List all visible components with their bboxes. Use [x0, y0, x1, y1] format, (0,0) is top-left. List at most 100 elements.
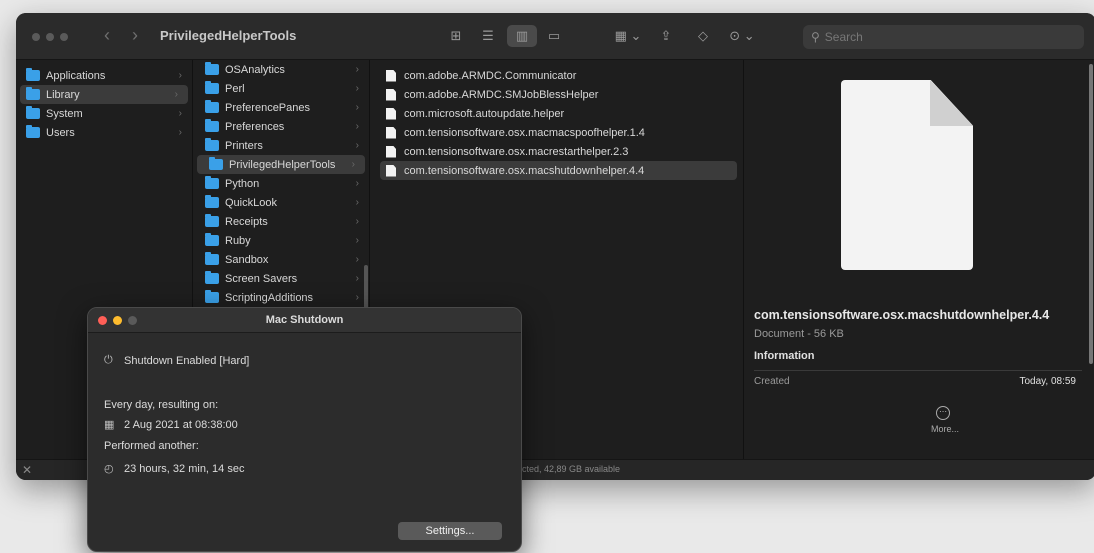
folder-icon [205, 176, 219, 189]
folder-item-selected[interactable]: PrivilegedHelperTools › [197, 155, 365, 174]
folder-item[interactable]: Screen Savers › [193, 269, 369, 288]
item-label: QuickLook [225, 196, 277, 209]
chevron-right-icon: › [355, 64, 359, 75]
preview-info-heading: Information [754, 350, 815, 362]
action-menu-button[interactable]: ⊙ ⌄ [725, 25, 759, 47]
folder-item[interactable]: Receipts › [193, 212, 369, 231]
chevron-right-icon: › [178, 127, 182, 138]
folder-icon [26, 106, 40, 119]
chevron-right-icon: › [178, 108, 182, 119]
chevron-right-icon: › [355, 273, 359, 284]
countdown-value: 23 hours, 32 min, 14 sec [124, 462, 245, 475]
folder-item[interactable]: Ruby › [193, 231, 369, 250]
item-label: Sandbox [225, 253, 269, 266]
gallery-view-button[interactable]: ▭ [543, 25, 565, 47]
zoom-window-button[interactable] [60, 33, 68, 41]
file-item[interactable]: com.tensionsoftware.osx.macmacspoofhelpe… [370, 123, 743, 142]
chevron-right-icon: › [355, 83, 359, 94]
preview-pane: com.tensionsoftware.osx.macshutdownhelpe… [744, 60, 1094, 460]
folder-icon [205, 195, 219, 208]
item-label: com.tensionsoftware.osx.macmacspoofhelpe… [404, 126, 645, 139]
more-button-label[interactable]: More... [931, 424, 959, 434]
file-item[interactable]: com.tensionsoftware.osx.macrestarthelper… [370, 142, 743, 161]
folder-icon [26, 87, 40, 100]
chevron-right-icon: › [355, 121, 359, 132]
document-icon [386, 126, 396, 139]
countdown-row: ◴ 23 hours, 32 min, 14 sec [104, 462, 245, 476]
close-window-button[interactable] [32, 33, 40, 41]
item-label: com.adobe.ARMDC.Communicator [404, 69, 577, 82]
sidebar-item-applications[interactable]: Applications › [16, 66, 192, 85]
folder-item[interactable]: PreferencePanes › [193, 98, 369, 117]
chevron-right-icon: › [351, 159, 355, 170]
chevron-right-icon: › [355, 197, 359, 208]
item-label: System [46, 107, 83, 120]
sidebar-item-library[interactable]: Library › [20, 85, 188, 104]
shutdown-status-row: ⏻ Shutdown Enabled [Hard] [104, 354, 249, 367]
icon-view-button[interactable]: ⊞ [446, 25, 466, 47]
item-label: com.microsoft.autoupdate.helper [404, 107, 565, 120]
date-value: 2 Aug 2021 at 08:38:00 [124, 418, 238, 431]
scrollbar[interactable] [1089, 64, 1093, 364]
item-label: Library [46, 88, 80, 101]
more-icon[interactable]: ⋯ [936, 406, 950, 420]
preview-file-kind: Document - 56 KB [754, 328, 844, 340]
folder-icon [205, 62, 219, 75]
sidebar-item-users[interactable]: Users › [16, 123, 192, 142]
document-icon [386, 107, 396, 120]
folder-icon [205, 100, 219, 113]
created-label: Created [754, 376, 790, 387]
sidebar-item-system[interactable]: System › [16, 104, 192, 123]
folder-icon [205, 119, 219, 132]
folder-item[interactable]: ScriptingAdditions › [193, 288, 369, 307]
list-view-button[interactable]: ☰ [478, 25, 498, 47]
folder-item[interactable]: Printers › [193, 136, 369, 155]
document-icon [386, 88, 396, 101]
chevron-right-icon: › [355, 254, 359, 265]
item-label: Printers [225, 139, 263, 152]
folder-item[interactable]: OSAnalytics › [193, 60, 369, 79]
preview-file-name: com.tensionsoftware.osx.macshutdownhelpe… [754, 308, 1050, 322]
folder-item[interactable]: Sandbox › [193, 250, 369, 269]
tag-icon[interactable]: ◇ [693, 25, 713, 47]
chevron-right-icon: › [355, 102, 359, 113]
date-row: ▦ 2 Aug 2021 at 08:38:00 [104, 418, 238, 432]
back-button[interactable]: ‹ [104, 25, 110, 46]
column-view-button[interactable]: ▥ [507, 25, 537, 47]
chevron-right-icon: › [355, 178, 359, 189]
settings-button[interactable]: Settings... [398, 522, 502, 540]
item-label: OSAnalytics [225, 63, 285, 76]
forward-button[interactable]: › [132, 25, 138, 46]
file-item[interactable]: com.adobe.ARMDC.Communicator [370, 66, 743, 85]
chevron-right-icon: › [355, 292, 359, 303]
power-icon: ⏻ [104, 354, 113, 366]
item-label: Applications [46, 69, 106, 82]
search-field[interactable]: ⚲ Search [803, 25, 1084, 49]
close-icon[interactable]: ✕ [22, 463, 32, 477]
item-label: Users [46, 126, 75, 139]
item-label: Preferences [225, 120, 285, 133]
folder-item[interactable]: Python › [193, 174, 369, 193]
file-item-selected[interactable]: com.tensionsoftware.osx.macshutdownhelpe… [380, 161, 737, 180]
share-icon[interactable]: ⇪ [656, 25, 676, 47]
folder-item[interactable]: Preferences › [193, 117, 369, 136]
group-button[interactable]: ▦ ⌄ [611, 25, 645, 47]
document-icon [386, 69, 396, 82]
file-item[interactable]: com.microsoft.autoupdate.helper [370, 104, 743, 123]
item-label: Ruby [225, 234, 251, 247]
item-label: Python [225, 177, 260, 190]
folder-icon [205, 214, 219, 227]
schedule-label: Every day, resulting on: [104, 399, 219, 411]
folder-item[interactable]: Perl › [193, 79, 369, 98]
created-value: Today, 08:59 [1019, 376, 1076, 387]
minimize-window-button[interactable] [46, 33, 54, 41]
folder-icon [26, 125, 40, 138]
item-label: Receipts [225, 215, 268, 228]
shutdown-status: Shutdown Enabled [Hard] [124, 354, 250, 367]
item-label: com.tensionsoftware.osx.macshutdownhelpe… [404, 164, 645, 177]
folder-item[interactable]: QuickLook › [193, 193, 369, 212]
item-label: PrivilegedHelperTools [229, 158, 336, 171]
item-label: com.tensionsoftware.osx.macrestarthelper… [404, 145, 629, 158]
folder-icon [205, 290, 219, 303]
file-item[interactable]: com.adobe.ARMDC.SMJobBlessHelper [370, 85, 743, 104]
